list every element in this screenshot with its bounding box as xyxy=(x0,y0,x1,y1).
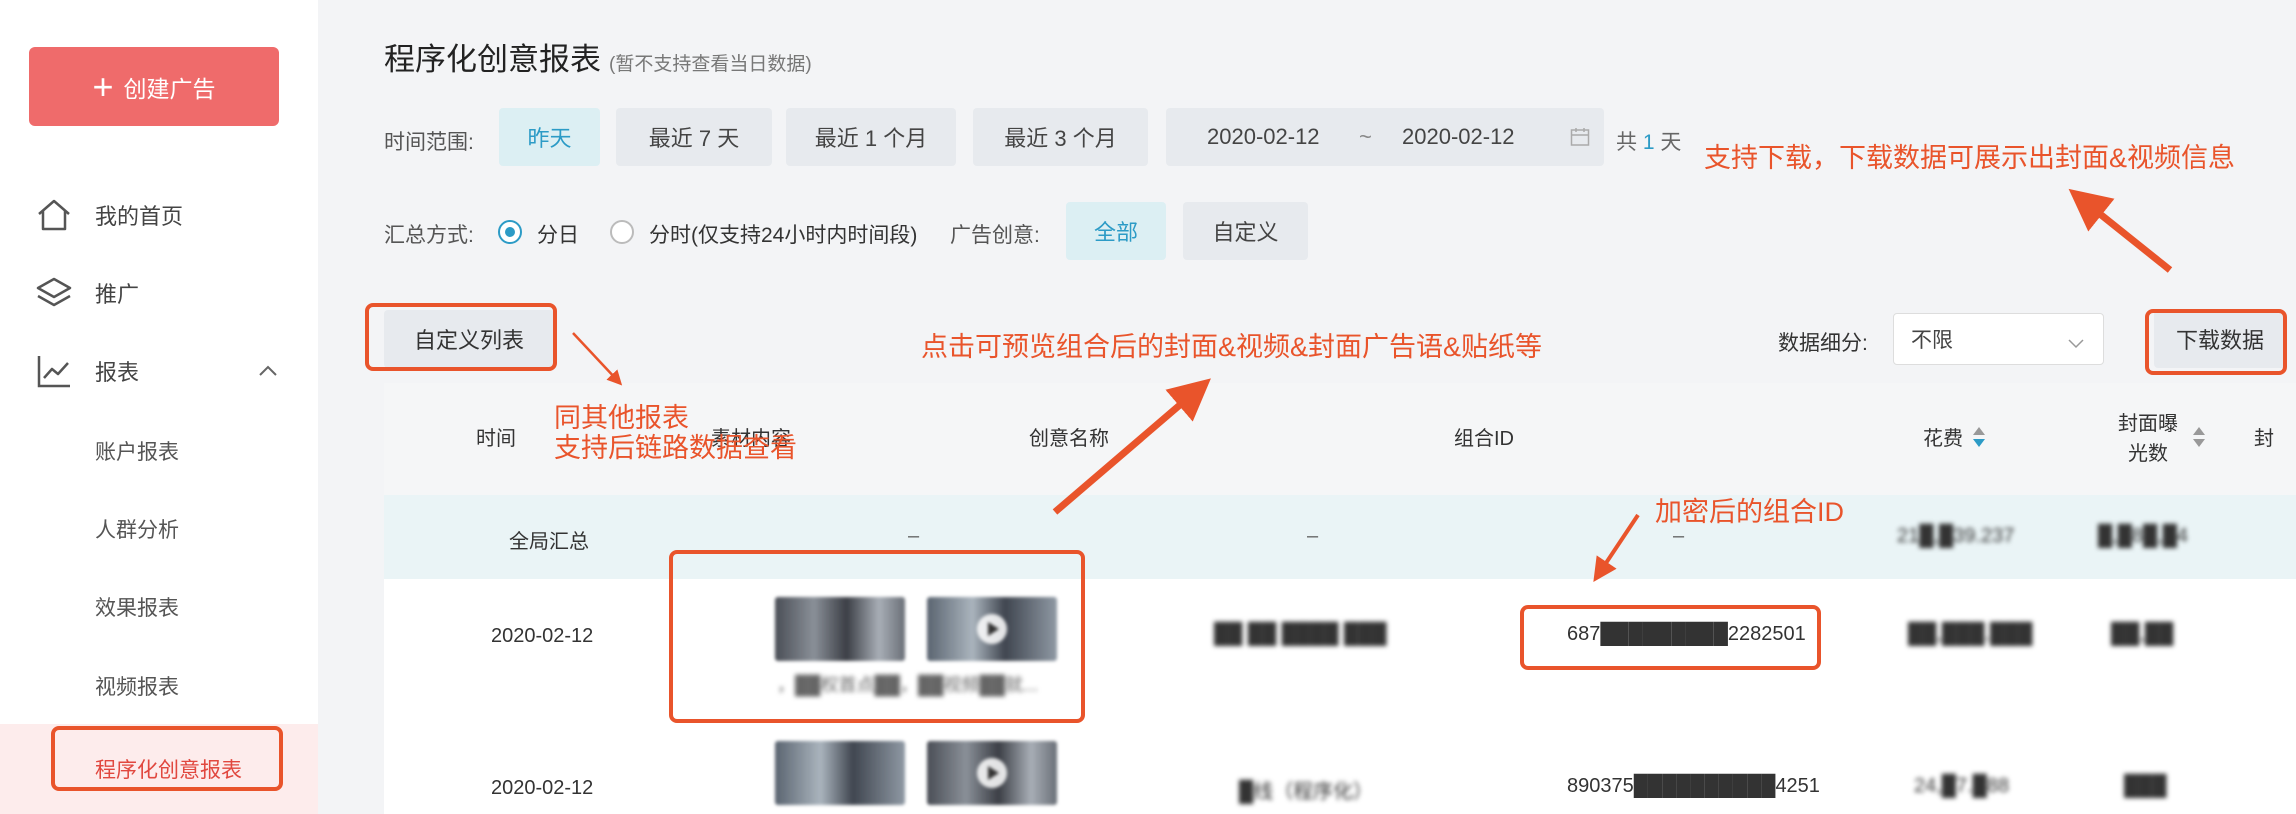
cell-exposure: ██,██ xyxy=(2111,623,2174,645)
calendar-icon[interactable] xyxy=(1570,127,1590,147)
play-icon[interactable] xyxy=(977,758,1007,788)
sidebar-subitem-audience[interactable]: 人群分析 xyxy=(0,499,318,559)
days-suffix: 天 xyxy=(1660,131,1682,154)
cell-time: 2020-02-12 xyxy=(491,777,594,799)
sidebar-subitem-label: 效果报表 xyxy=(95,597,179,620)
date-range-picker[interactable]: 2020-02-12 ~ 2020-02-12 xyxy=(1166,108,1604,166)
sidebar-item-promotion[interactable]: 推广 xyxy=(0,263,318,323)
column-header-cost-label: 花费 xyxy=(1923,428,1963,450)
sidebar-subitem-label: 账户报表 xyxy=(95,441,179,464)
days-value: 1 xyxy=(1642,131,1655,154)
sidebar-subitem-account-report[interactable]: 账户报表 xyxy=(0,421,318,481)
aggregation-label: 汇总方式: xyxy=(384,224,474,247)
page-title-text: 程序化创意报表 xyxy=(384,42,601,77)
annotation-id-note: 加密后的组合ID xyxy=(1655,497,1844,527)
creative-option-custom[interactable]: 自定义 xyxy=(1183,202,1308,260)
days-count: 共 1 天 xyxy=(1616,126,1681,156)
time-option-1-month[interactable]: 最近 1 个月 xyxy=(786,108,956,166)
sidebar-subitem-video[interactable]: 视频报表 xyxy=(0,656,318,716)
annotation-box-sidebar xyxy=(51,726,283,791)
annotation-download-note: 支持下载，下载数据可展示出封面&视频信息 xyxy=(1704,143,2236,173)
data-breakdown-select[interactable]: 不限 xyxy=(1893,313,2104,365)
date-separator: ~ xyxy=(1359,124,1372,149)
sidebar-item-label: 报表 xyxy=(95,360,140,385)
time-option-3-months[interactable]: 最近 3 个月 xyxy=(973,108,1148,166)
sidebar: + 创建广告 我的首页 推广 报表 账户报表 人群分析 效果报表 视频报表 程序… xyxy=(0,0,318,814)
radio-by-day-label: 分日 xyxy=(537,224,579,247)
sort-icon[interactable] xyxy=(1973,427,1985,451)
sidebar-subitem-performance[interactable]: 效果报表 xyxy=(0,577,318,637)
table-row[interactable]: 2020-02-12 █线（程序化） 890375██████████4251 … xyxy=(384,729,2296,814)
sidebar-item-reports[interactable]: 报表 xyxy=(0,341,318,401)
annotation-box-download xyxy=(2145,309,2287,375)
creative-option-all[interactable]: 全部 xyxy=(1066,202,1166,260)
column-header-exposure[interactable]: 封面曝光数 xyxy=(2084,383,2234,495)
column-header-truncated: 封 xyxy=(2254,428,2274,450)
layers-icon xyxy=(34,273,74,313)
time-range-label: 时间范围: xyxy=(384,131,474,154)
column-header-creative-name: 创意名称 xyxy=(1029,428,1109,450)
cell-name: █线（程序化） xyxy=(1239,781,1374,803)
cell-id: 890375██████████4251 xyxy=(1567,775,1820,797)
plus-icon: + xyxy=(92,65,114,107)
chevron-up-icon xyxy=(256,359,280,383)
time-option-yesterday[interactable]: 昨天 xyxy=(499,108,600,166)
cell-exposure: █,█8█,█4 xyxy=(2098,525,2189,547)
sidebar-subitem-label: 视频报表 xyxy=(95,676,179,699)
sort-icon[interactable] xyxy=(2193,427,2205,451)
sidebar-item-label: 推广 xyxy=(95,282,140,307)
cell-exposure: ███ xyxy=(2124,775,2167,797)
chart-line-icon xyxy=(34,351,74,391)
annotation-preview-note: 点击可预览组合后的封面&视频&封面广告语&贴纸等 xyxy=(921,332,1543,362)
data-breakdown-value: 不限 xyxy=(1911,329,1953,352)
create-ad-button[interactable]: + 创建广告 xyxy=(29,47,279,126)
annotation-box-custom-columns xyxy=(365,303,557,371)
date-end[interactable]: 2020-02-12 xyxy=(1402,124,1515,150)
cell-cost: 24,█7.█88 xyxy=(1914,775,2010,797)
annotation-custom-note-2: 支持后链路数据查看 xyxy=(554,433,797,463)
creative-label: 广告创意: xyxy=(950,224,1040,247)
sidebar-item-home[interactable]: 我的首页 xyxy=(0,185,318,245)
days-prefix: 共 xyxy=(1616,131,1637,154)
cell-time: 2020-02-12 xyxy=(491,625,594,647)
radio-by-day[interactable] xyxy=(498,220,522,244)
video-thumbnail[interactable] xyxy=(927,741,1057,805)
cell-name: – xyxy=(1307,525,1319,547)
cell-cost: 21█,█39.237 xyxy=(1897,525,2015,547)
cell-material: – xyxy=(908,525,920,547)
annotation-box-combo-id xyxy=(1520,605,1821,670)
sidebar-subitem-label: 人群分析 xyxy=(95,519,179,542)
app-root: + 创建广告 我的首页 推广 报表 账户报表 人群分析 效果报表 视频报表 程序… xyxy=(0,0,2296,814)
column-header-exposure-label: 封面曝光数 xyxy=(2118,413,2178,465)
date-start[interactable]: 2020-02-12 xyxy=(1207,124,1320,150)
column-header-cost[interactable]: 花费 xyxy=(1904,383,2004,495)
cell-name: ██ ██ ████ ███ xyxy=(1214,623,1387,645)
cover-thumbnail[interactable] xyxy=(775,741,905,805)
home-icon xyxy=(34,195,74,235)
radio-by-hour[interactable] xyxy=(610,220,634,244)
create-ad-label: 创建广告 xyxy=(123,75,216,102)
cell-time: 全局汇总 xyxy=(509,531,589,553)
radio-by-hour-label: 分时(仅支持24小时内时间段) xyxy=(649,224,918,247)
page-subtitle: (暂不支持查看当日数据) xyxy=(609,54,812,75)
page-title: 程序化创意报表 (暂不支持查看当日数据) xyxy=(384,34,812,79)
column-header-combo-id: 组合ID xyxy=(1454,428,1514,450)
column-header-time: 时间 xyxy=(476,428,516,450)
chevron-down-icon xyxy=(2067,332,2085,349)
annotation-box-material xyxy=(669,550,1085,723)
data-breakdown-label: 数据细分: xyxy=(1778,332,1868,355)
sidebar-item-label: 我的首页 xyxy=(95,204,184,229)
cell-cost: ██,███.███ xyxy=(1908,623,2033,645)
time-option-7-days[interactable]: 最近 7 天 xyxy=(616,108,772,166)
